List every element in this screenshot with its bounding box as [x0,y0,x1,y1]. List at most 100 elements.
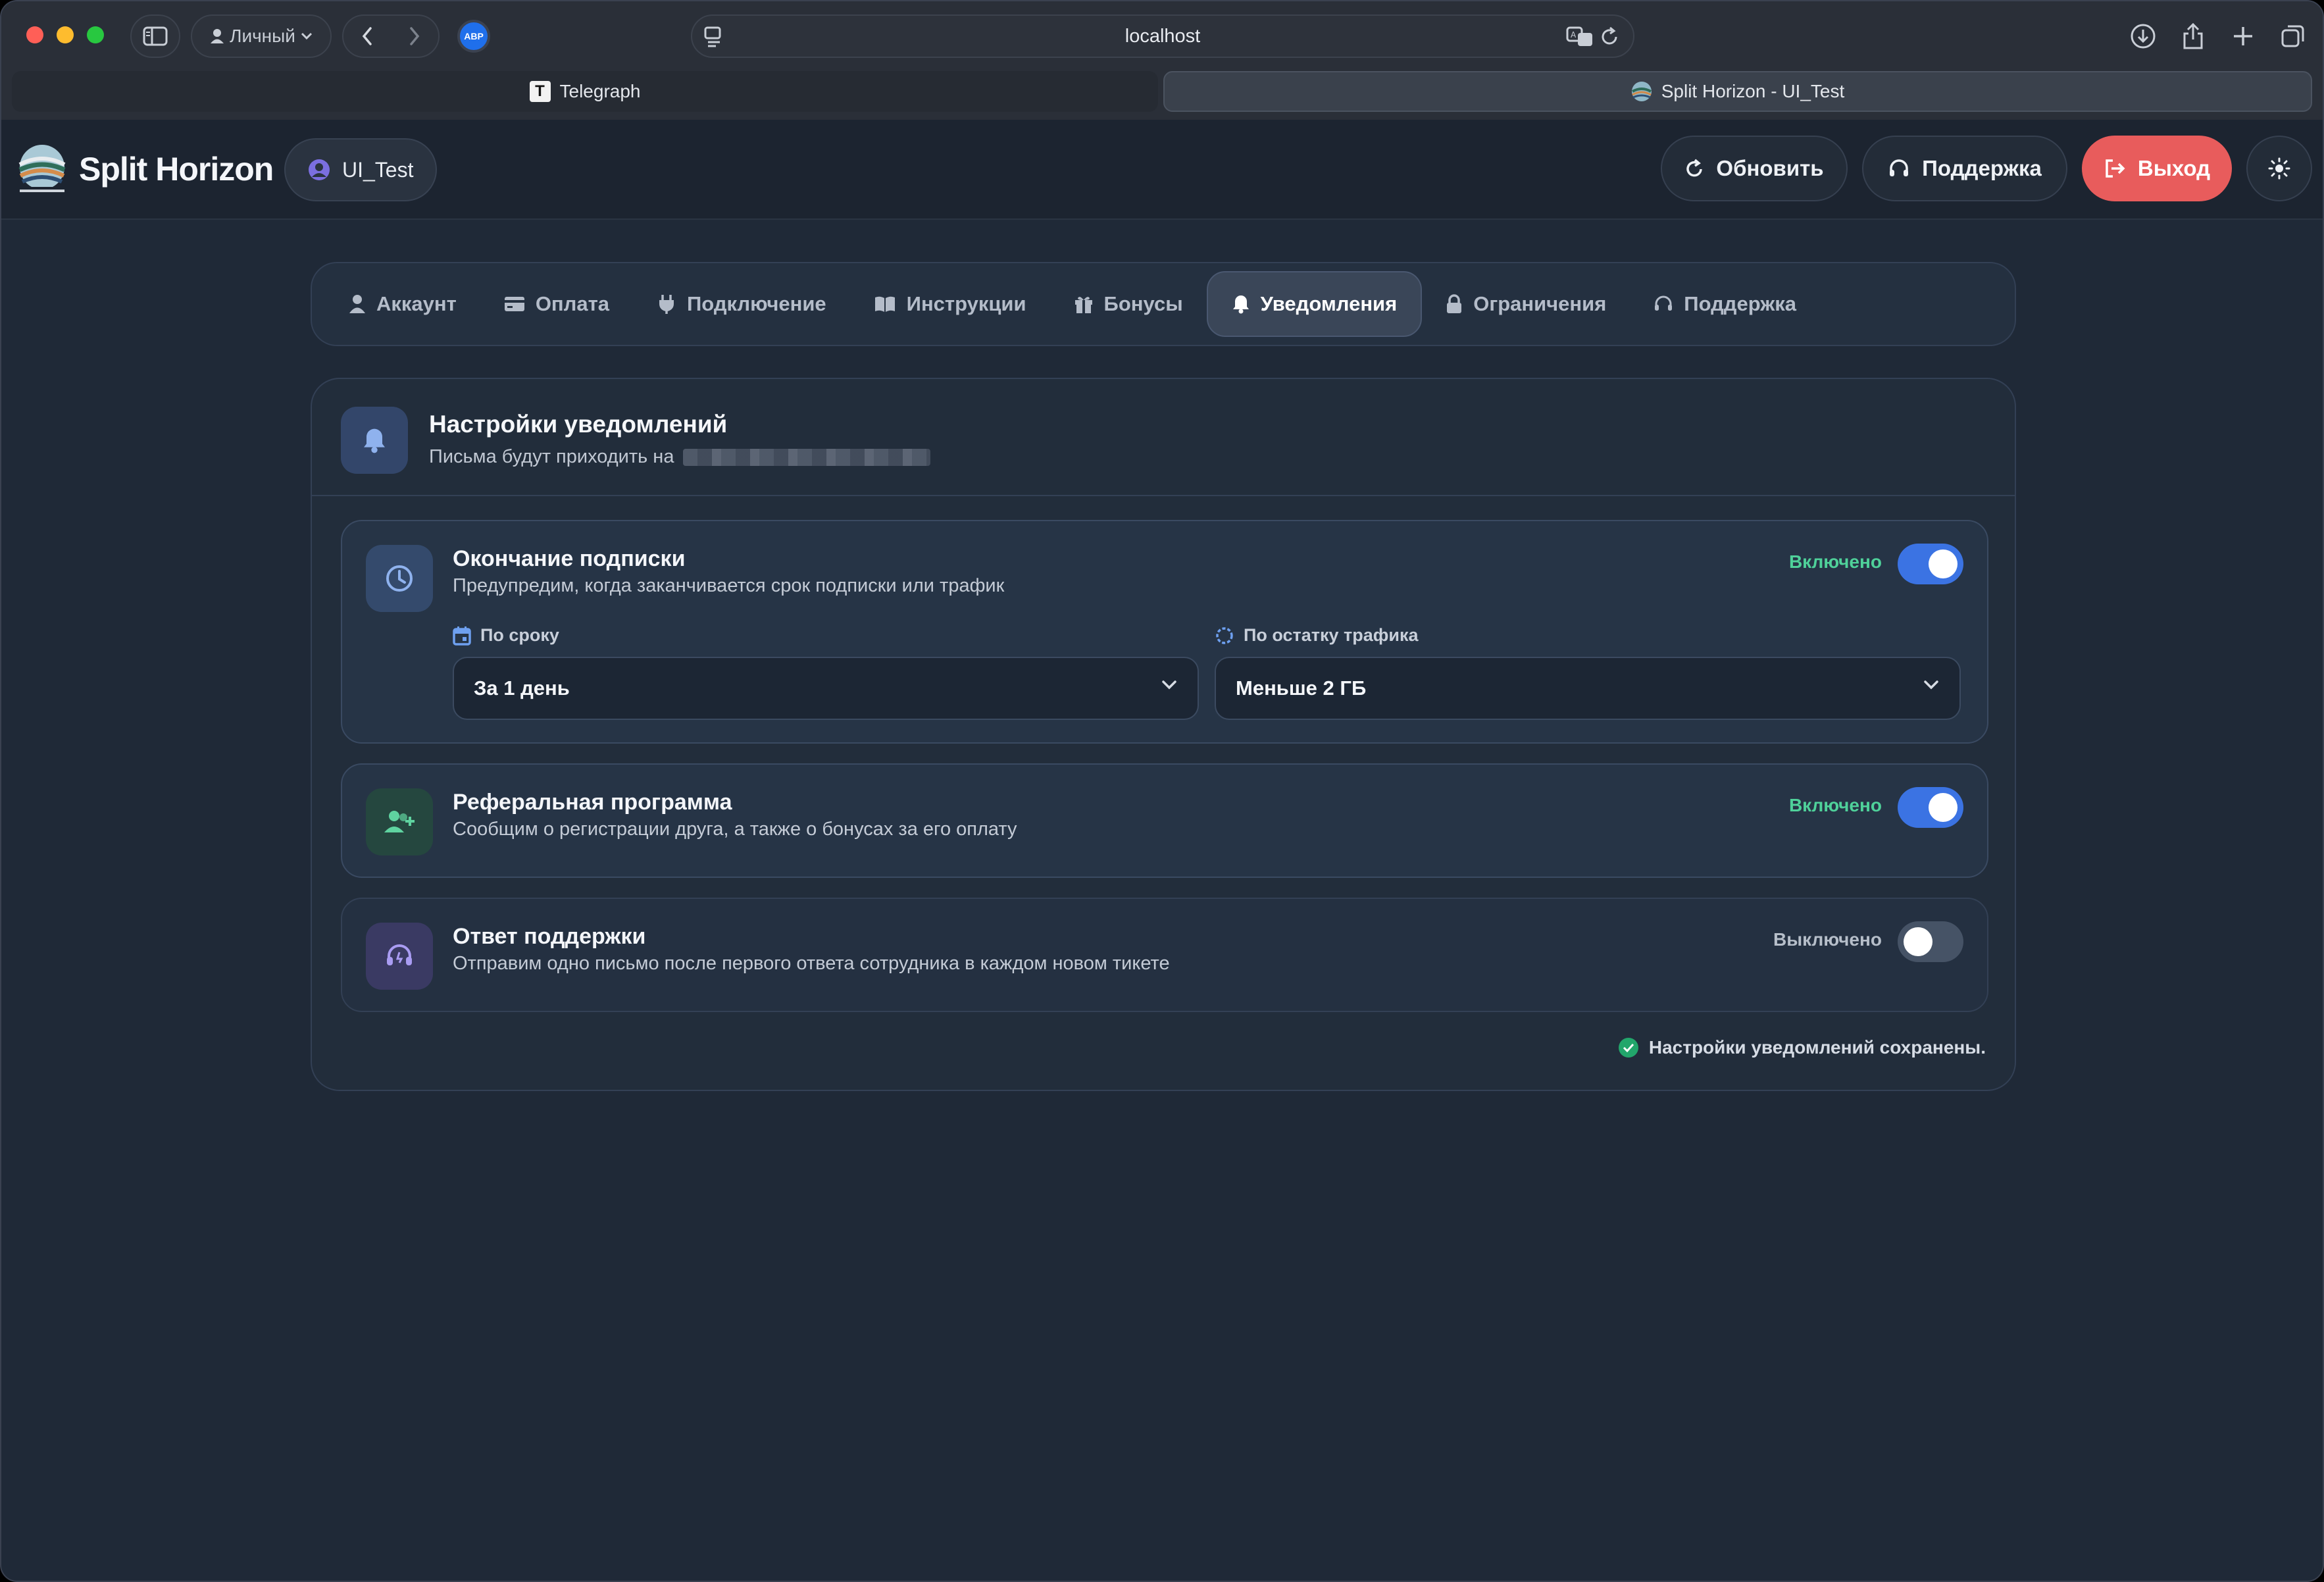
forward-button[interactable] [391,16,438,57]
minimize-window-button[interactable] [57,26,74,43]
profile-button[interactable]: Личный [191,14,332,58]
tab-label: Поддержка [1684,292,1796,315]
refresh-button[interactable]: Обновить [1661,136,1848,201]
plus-icon [2234,27,2252,45]
clock-icon [366,545,433,612]
tab-notifications[interactable]: Уведомления [1206,271,1423,337]
plug-icon [659,295,674,314]
adblock-icon: ABP [457,20,490,53]
tab-label: Инструкции [906,292,1026,315]
setting-description: Сообщим о регистрации друга, а также о б… [453,819,1017,840]
notifications-card: Настройки уведомлений Письма будут прихо… [311,378,2016,1091]
lock-icon [1447,294,1462,313]
user-icon [349,295,365,313]
sidebar-icon [143,26,168,46]
logout-button[interactable]: Выход [2082,136,2232,201]
browser-tab-telegraph[interactable]: T Telegraph [12,71,1158,112]
user-circle-icon [309,159,330,180]
brand-title: Split Horizon [79,151,274,188]
tab-label: Аккаунт [376,292,457,315]
setting-description: Отправим одно письмо после первого ответ… [453,953,1170,974]
save-status-text: Настройки уведомлений сохранены. [1648,1037,1986,1058]
adblock-extension-button[interactable]: ABP [451,14,496,58]
chevron-down-icon [301,32,312,40]
tab-label: Оплата [535,292,610,315]
svg-text:A: A [1571,30,1577,39]
telegraph-favicon: T [529,81,551,102]
book-icon [874,296,895,312]
tab-instructions[interactable]: Инструкции [850,271,1050,337]
browser-toolbar: Личный ABP localhost A [1,1,2323,70]
referral-program-setting: Реферальная программа Сообщим о регистра… [341,763,1988,878]
logout-icon [2106,159,2125,178]
headset-icon [1655,295,1673,311]
tab-connection[interactable]: Подключение [633,271,850,337]
browser-tab-strip: T Telegraph Split Horizon - UI_Test [12,71,2312,112]
setting-title: Ответ поддержки [453,924,646,949]
email-note: Письма будут приходить на [429,446,674,467]
username: UI_Test [342,157,414,182]
browser-tab-split-horizon[interactable]: Split Horizon - UI_Test [1163,71,2312,112]
logout-label: Выход [2137,156,2211,180]
headset-icon [1890,159,1909,176]
tab-label: Уведомления [1260,292,1398,315]
by-traffic-label: По остатку трафика [1215,625,1419,646]
tabs-overview-icon [2281,25,2304,47]
address-bar[interactable]: localhost A [691,14,1634,58]
toggle-knob [1929,793,1958,822]
by-term-value: За 1 день [474,676,570,700]
toggle-knob [1904,927,1932,956]
by-term-label-text: По сроку [480,625,559,645]
user-chip[interactable]: UI_Test [284,138,438,201]
url-actions: A [1566,25,1620,49]
browser-window: Личный ABP localhost A T Telegraph Split… [0,0,2324,1582]
chevron-right-icon [410,27,420,45]
save-status: Настройки уведомлений сохранены. [1618,1037,1986,1058]
tab-payment[interactable]: Оплата [480,271,633,337]
support-reply-toggle[interactable] [1898,921,1963,962]
bell-icon [1232,295,1249,314]
browser-chrome: Личный ABP localhost A T Telegraph Split… [1,1,2323,120]
by-traffic-select[interactable]: Меньше 2 ГБ [1215,657,1961,720]
subscription-end-setting: Окончание подписки Предупредим, когда за… [341,520,1988,744]
by-term-select[interactable]: За 1 день [453,657,1199,720]
chevron-down-icon [1162,680,1176,690]
card-subtitle: Письма будут приходить на [429,446,931,468]
credit-card-icon [504,297,524,311]
support-reply-setting: Ответ поддержки Отправим одно письмо пос… [341,898,1988,1012]
share-button[interactable] [2177,20,2210,53]
zoom-window-button[interactable] [87,26,104,43]
tab-overview-button[interactable] [2277,20,2310,53]
support-button[interactable]: Поддержка [1862,136,2067,201]
sidebar-toggle-button[interactable] [130,14,180,58]
tab-restrictions[interactable]: Ограничения [1422,271,1630,337]
tab-bonuses[interactable]: Бонусы [1050,271,1207,337]
setting-title: Реферальная программа [453,790,732,815]
chevron-left-icon [362,27,372,45]
card-header: Настройки уведомлений Письма будут прихо… [312,379,2015,496]
calendar-icon [453,626,471,646]
refresh-icon [1686,159,1703,177]
subscription-end-toggle[interactable] [1898,544,1963,584]
person-icon [211,29,224,43]
gift-icon [1074,297,1092,313]
theme-toggle-button[interactable] [2246,136,2312,201]
translate-icon[interactable]: A [1566,25,1594,49]
downloads-button[interactable] [2127,20,2160,53]
tab-support[interactable]: Поддержка [1630,271,1820,337]
split-horizon-favicon [1631,82,1652,101]
referral-program-toggle[interactable] [1898,787,1963,828]
reader-icon [704,26,721,47]
check-icon [1618,1038,1638,1058]
headset-icon [366,923,433,990]
refresh-label: Обновить [1716,156,1824,180]
card-title: Настройки уведомлений [429,411,728,438]
new-tab-button[interactable] [2227,20,2260,53]
browser-right-tools [2127,14,2310,58]
reload-icon[interactable] [1599,25,1620,49]
close-window-button[interactable] [26,26,43,43]
back-button[interactable] [343,16,391,57]
tab-account[interactable]: Аккаунт [325,271,480,337]
support-label: Поддержка [1922,156,2042,180]
browser-tab-label: Split Horizon - UI_Test [1661,81,1845,101]
